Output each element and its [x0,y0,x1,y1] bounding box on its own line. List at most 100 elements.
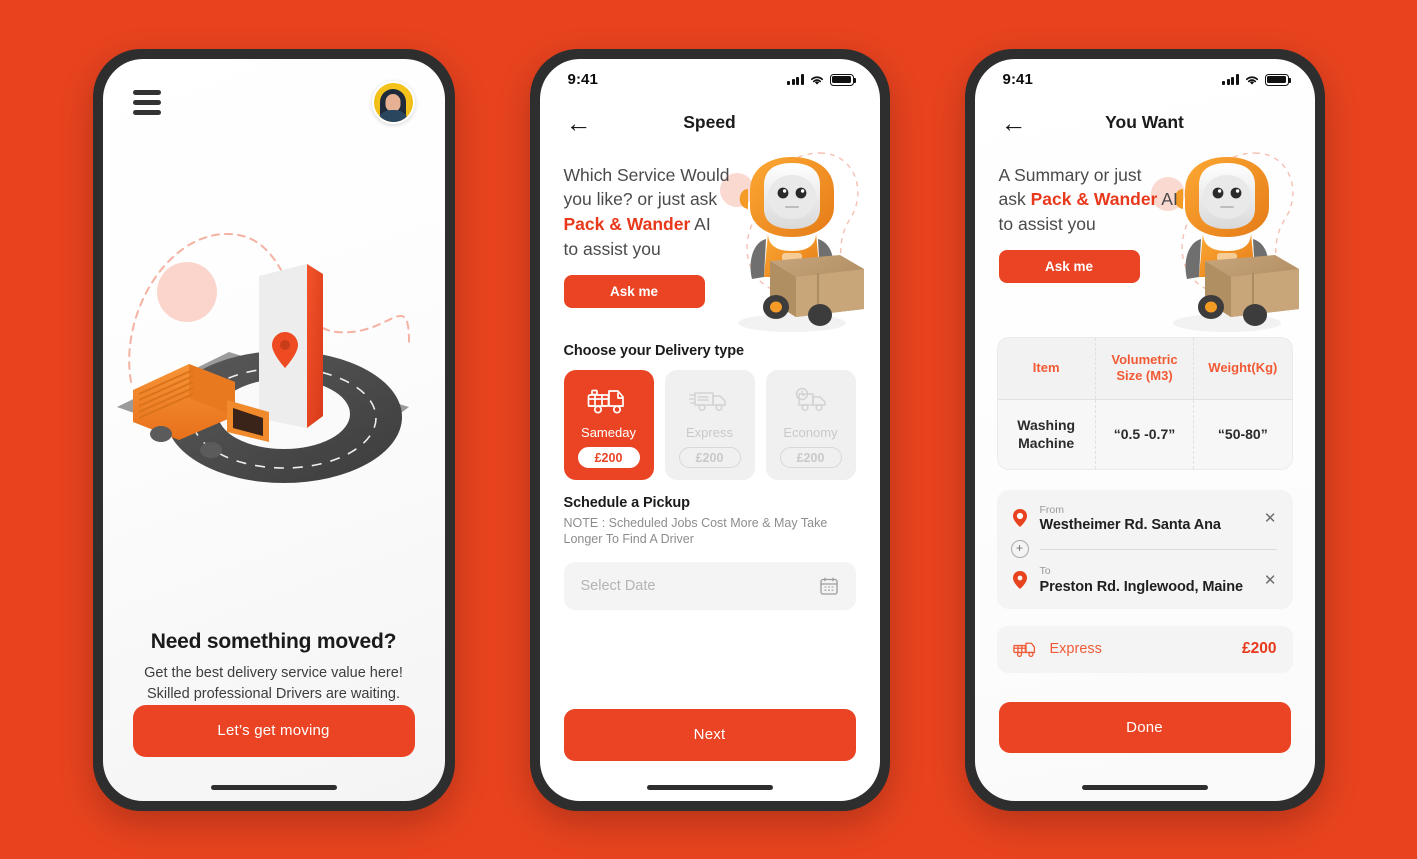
item-summary-table: Item Volumetric Size (M3) Weight(Kg) Was… [996,336,1293,470]
table-cell-weight: “50-80” [1193,400,1291,469]
route-to-row: To Preston Rd. Inglewood, Maine ✕ [1011,565,1277,595]
nav-bar: ← Speed [540,101,880,145]
to-value: Preston Rd. Inglewood, Maine [1039,578,1244,595]
schedule-note: NOTE : Scheduled Jobs Cost More & May Ta… [564,515,856,549]
phone-3-summary: 9:41 ← You Want A Summary or just ask Pa… [964,48,1325,811]
ask-me-button[interactable]: Ask me [563,274,705,308]
nav-bar: ← You Want [975,101,1315,145]
phone-mockup-stage: Need something moved? Get the best deliv… [0,0,1417,859]
destination-pin-icon [1011,571,1029,590]
phone-3-screen: 9:41 ← You Want A Summary or just ask Pa… [974,58,1315,801]
service-summary-row[interactable]: Express £200 [996,625,1293,673]
done-button[interactable]: Done [998,701,1291,753]
status-time: 9:41 [1002,71,1033,88]
subtitle-line-2: Skilled professional Drivers are waiting… [146,685,401,702]
delivery-illustration [103,124,445,631]
select-date-placeholder: Select Date [580,578,656,594]
cellular-signal-icon [787,74,804,85]
delivery-options-list: Sameday £200 Express £200 Economy £200 [563,369,856,480]
wifi-icon [1245,75,1258,85]
route-from-row: From Westheimer Rd. Santa Ana ✕ [1011,503,1277,534]
route-divider: + [1010,540,1277,559]
next-button[interactable]: Next [563,708,856,761]
lets-get-moving-button[interactable]: Let’s get moving [132,704,415,757]
phone-2-speed: 9:41 ← Speed Which Service Would you lik… [529,48,890,811]
route-to-text: To Preston Rd. Inglewood, Maine [1040,565,1245,595]
delivery-option-price: £200 [779,447,842,468]
schedule-note-line-1: NOTE : Scheduled Jobs Cost More & May Ta… [563,515,828,547]
cellular-signal-icon [1222,74,1239,85]
service-amount: £200 [1242,640,1277,658]
hero-line-3: to assist you [998,214,1096,235]
status-icons [787,73,856,86]
delivery-option-express[interactable]: Express £200 [664,369,755,480]
phone-1-onboarding: Need something moved? Get the best deliv… [92,48,455,811]
truck-icon [1012,642,1035,658]
from-label: From [1039,503,1065,516]
delivery-option-economy[interactable]: Economy £200 [765,369,856,480]
phone-1-cta-container: Let’s get moving [103,704,445,757]
status-icons [1222,73,1291,86]
ask-me-button[interactable]: Ask me [998,250,1140,284]
status-bar: 9:41 [540,59,880,101]
phone-1-screen: Need something moved? Get the best deliv… [102,58,445,801]
van-clock-icon [790,381,832,419]
delivery-option-name: Express [686,425,733,440]
home-indicator [646,784,773,790]
home-indicator [1081,784,1208,790]
close-x-icon[interactable]: ✕ [1256,509,1277,527]
table-header-volumetric: Volumetric Size (M3) [1094,337,1193,400]
brand-name: Pack & Wander [1030,189,1158,210]
hero-line-1: Which Service Would [563,164,730,185]
from-value: Westheimer Rd. Santa Ana [1039,517,1221,534]
calendar-icon[interactable] [819,576,839,596]
battery-full-icon [829,73,856,86]
table-cell-item: Washing Machine [1017,417,1076,452]
brand-name: Pack & Wander [563,214,691,235]
divider-line [1039,548,1277,550]
table-header-weight: Weight(Kg) [1193,337,1291,400]
hero-line-4: to assist you [563,239,661,260]
home-indicator [210,784,337,790]
delivery-option-name: Economy [783,425,838,440]
route-card: From Westheimer Rd. Santa Ana ✕ + To Pre… [996,489,1293,609]
table-row: Washing Machine “0.5 -0.7” “50-80” [997,400,1292,469]
wifi-icon [810,75,823,85]
schedule-pickup-section: Schedule a Pickup NOTE : Scheduled Jobs … [540,494,880,610]
phone-3-cta-container: Done [975,701,1315,753]
truck-road-phone-pin-icon [116,232,410,483]
phone-2-cta-container: Next [540,708,880,761]
table-header-item: Item [1032,359,1060,375]
schedule-title: Schedule a Pickup [563,494,691,511]
close-x-icon[interactable]: ✕ [1256,571,1277,589]
service-label: Express [1049,641,1102,658]
hero-section: Which Service Would you like? or just as… [540,145,880,332]
truck-crates-icon [587,381,631,419]
status-time: 9:41 [567,71,598,88]
hero-text: A Summary or just ask Pack & Wander AI t… [999,163,1214,238]
delivery-option-price: £200 [678,447,741,468]
table-cell-volume: “0.5 -0.7” [1094,400,1193,469]
hero-line-2: you like? or just ask [563,189,718,210]
page-title: Need something moved? [150,630,397,654]
schedule-note-line-2: To Find A Driver [605,532,694,547]
avatar[interactable] [371,80,415,124]
table-header-row: Item Volumetric Size (M3) Weight(Kg) [997,337,1292,401]
subtitle-line-1: Get the best delivery service value here… [144,665,403,682]
add-stop-icon[interactable]: + [1010,540,1029,559]
to-label: To [1039,565,1051,578]
back-button[interactable]: ← [1001,110,1027,136]
hero-ai-suffix: AI [690,214,711,235]
phone-1-header [103,59,445,124]
delivery-option-name: Sameday [581,425,636,440]
delivery-option-sameday[interactable]: Sameday £200 [563,369,654,480]
back-button[interactable]: ← [566,110,592,136]
hero-section: A Summary or just ask Pack & Wander AI t… [975,145,1315,332]
delivery-option-price: £200 [577,447,640,468]
hero-text: Which Service Would you like? or just as… [564,163,764,262]
select-date-input[interactable]: Select Date [563,562,856,610]
page-subtitle: Get the best delivery service value here… [129,663,419,704]
battery-full-icon [1264,73,1291,86]
hero-ai-suffix: AI [1157,189,1178,210]
hamburger-menu-icon[interactable] [132,89,161,115]
